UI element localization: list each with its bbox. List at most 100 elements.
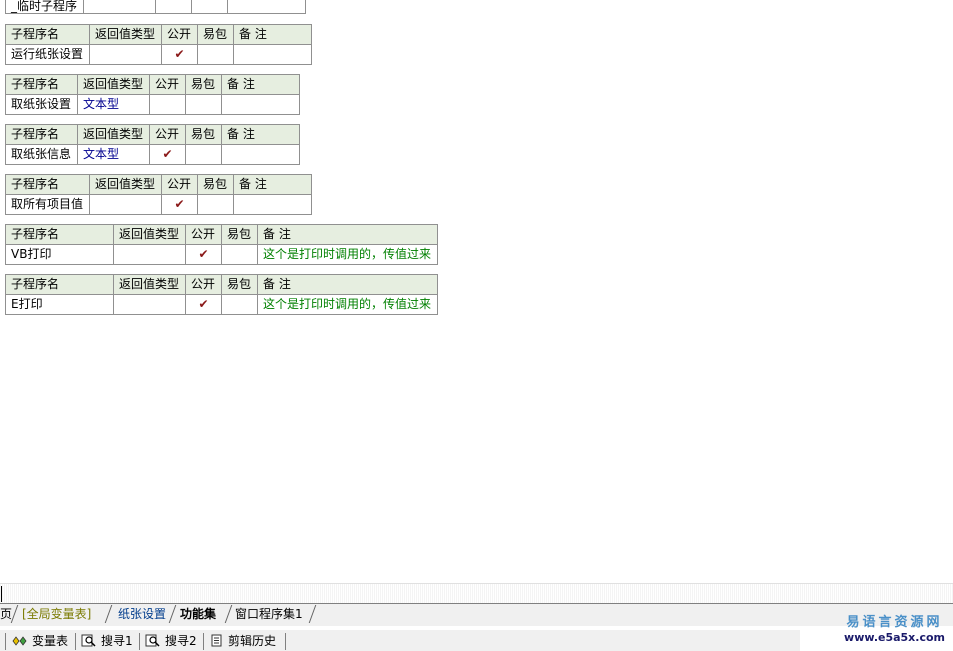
remark-cell[interactable] bbox=[221, 144, 300, 165]
header-public: 公开 bbox=[149, 124, 186, 145]
return-type-cell[interactable] bbox=[89, 44, 162, 65]
header-subprogram-name: 子程序名 bbox=[5, 24, 90, 45]
public-cell[interactable]: ✔ bbox=[161, 194, 198, 215]
edit-line-strip[interactable] bbox=[0, 583, 953, 604]
header-easy-package: 易包 bbox=[197, 24, 234, 45]
check-mark-icon: ✔ bbox=[162, 147, 173, 161]
tab-window-assembly[interactable]: 窗口程序集1 bbox=[235, 606, 303, 623]
bar-separator bbox=[285, 633, 286, 650]
bar-separator bbox=[75, 633, 76, 650]
header-public: 公开 bbox=[149, 74, 186, 95]
easy-package-cell[interactable] bbox=[185, 94, 222, 115]
subprogram-table: 子程序名 返回值类型 公开 易包备 注取纸张信息 文本型 ✔ bbox=[5, 124, 300, 165]
search2-button[interactable]: 搜寻2 bbox=[145, 633, 197, 650]
return-type-cell[interactable] bbox=[113, 294, 186, 315]
return-type-cell[interactable] bbox=[113, 244, 186, 265]
header-return-type: 返回值类型 bbox=[77, 74, 150, 95]
header-subprogram-name: 子程序名 bbox=[5, 174, 90, 195]
easy-package-cell[interactable] bbox=[221, 244, 258, 265]
remark-cell[interactable]: 这个是打印时调用的，传值过来 bbox=[257, 294, 438, 315]
tab-separator bbox=[168, 605, 177, 623]
header-return-type: 返回值类型 bbox=[89, 24, 162, 45]
header-easy-package: 易包 bbox=[221, 224, 258, 245]
return-type-cell[interactable] bbox=[89, 194, 162, 215]
check-mark-icon: ✔ bbox=[174, 197, 185, 211]
easy-package-cell[interactable] bbox=[221, 294, 258, 315]
empty-cell bbox=[191, 0, 228, 14]
header-remark: 备 注 bbox=[257, 224, 438, 245]
remark-cell[interactable]: 这个是打印时调用的，传值过来 bbox=[257, 244, 438, 265]
bar-separator bbox=[5, 633, 6, 650]
variables-icon bbox=[12, 636, 27, 646]
subprogram-name-cell[interactable]: 取所有项目值 bbox=[5, 194, 90, 215]
subprogram-row: 取纸张设置 文本型 bbox=[5, 94, 300, 115]
subprogram-row: E打印 ✔ 这个是打印时调用的，传值过来 bbox=[5, 294, 438, 315]
remark-cell[interactable] bbox=[233, 194, 312, 215]
header-remark: 备 注 bbox=[233, 174, 312, 195]
public-cell[interactable] bbox=[149, 94, 186, 115]
header-easy-package: 易包 bbox=[185, 124, 222, 145]
public-cell[interactable]: ✔ bbox=[185, 244, 222, 265]
search1-button[interactable]: 搜寻1 bbox=[81, 633, 133, 650]
truncated-subprogram-table: _临时子程序 bbox=[5, 0, 306, 14]
check-mark-icon: ✔ bbox=[198, 247, 209, 261]
header-return-type: 返回值类型 bbox=[89, 174, 162, 195]
subprogram-name-cell[interactable]: 运行纸张设置 bbox=[5, 44, 90, 65]
subprogram-name-cell[interactable]: 取纸张设置 bbox=[5, 94, 78, 115]
variables-label: 变量表 bbox=[32, 634, 69, 648]
logo-url-text: www.e5a5x.com bbox=[844, 631, 945, 644]
truncated-subprogram-name[interactable]: _临时子程序 bbox=[5, 0, 84, 14]
remark-cell[interactable] bbox=[233, 44, 312, 65]
header-subprogram-name: 子程序名 bbox=[5, 224, 114, 245]
header-subprogram-name: 子程序名 bbox=[5, 274, 114, 295]
subprogram-name-cell[interactable]: VB打印 bbox=[5, 244, 114, 265]
clip-history-label: 剪辑历史 bbox=[228, 634, 277, 648]
header-subprogram-name: 子程序名 bbox=[5, 74, 78, 95]
public-cell[interactable]: ✔ bbox=[185, 294, 222, 315]
subprogram-row: 取纸张信息 文本型 ✔ bbox=[5, 144, 300, 165]
check-mark-icon: ✔ bbox=[174, 47, 185, 61]
easy-package-cell[interactable] bbox=[197, 44, 234, 65]
header-return-type: 返回值类型 bbox=[77, 124, 150, 145]
subprogram-name-cell[interactable]: 取纸张信息 bbox=[5, 144, 78, 165]
subprogram-name-cell[interactable]: E打印 bbox=[5, 294, 114, 315]
public-cell[interactable]: ✔ bbox=[161, 44, 198, 65]
empty-cell bbox=[83, 0, 156, 14]
tab-global-vars[interactable]: [全局变量表] bbox=[22, 606, 91, 623]
variables-button[interactable]: 变量表 bbox=[12, 633, 68, 650]
header-remark: 备 注 bbox=[257, 274, 438, 295]
search2-label: 搜寻2 bbox=[165, 634, 197, 648]
code-editor-canvas[interactable]: _临时子程序 子程序名 返回值类型 公开 易包备 注运行纸张设置 ✔ 子程序名 返回值类型公… bbox=[0, 0, 953, 583]
easy-package-cell[interactable] bbox=[197, 194, 234, 215]
header-remark: 备 注 bbox=[221, 124, 300, 145]
text-caret bbox=[1, 586, 2, 602]
header-remark: 备 注 bbox=[233, 24, 312, 45]
return-type-cell[interactable]: 文本型 bbox=[77, 94, 150, 115]
subprogram-table: 子程序名 返回值类型 公开 易包备 注运行纸张设置 ✔ bbox=[5, 24, 312, 65]
header-subprogram-name: 子程序名 bbox=[5, 124, 78, 145]
check-mark-icon: ✔ bbox=[198, 297, 209, 311]
header-public: 公开 bbox=[185, 274, 222, 295]
bottom-panel-bar: 变量表 搜寻1 搜寻2 剪辑历史 bbox=[0, 630, 800, 651]
header-return-type: 返回值类型 bbox=[113, 274, 186, 295]
easy-package-cell[interactable] bbox=[185, 144, 222, 165]
tab-paper-settings[interactable]: 纸张设置 bbox=[118, 606, 166, 623]
remark-cell[interactable] bbox=[221, 94, 300, 115]
return-type-cell[interactable]: 文本型 bbox=[77, 144, 150, 165]
tab-separator bbox=[104, 605, 113, 623]
header-return-type: 返回值类型 bbox=[113, 224, 186, 245]
subprogram-row: 运行纸张设置 ✔ bbox=[5, 44, 312, 65]
header-public: 公开 bbox=[185, 224, 222, 245]
clip-history-button[interactable]: 剪辑历史 bbox=[210, 633, 276, 650]
tab-function-set[interactable]: 功能集 bbox=[180, 606, 216, 623]
document-icon bbox=[211, 634, 222, 647]
header-public: 公开 bbox=[161, 24, 198, 45]
public-cell[interactable]: ✔ bbox=[149, 144, 186, 165]
header-easy-package: 易包 bbox=[185, 74, 222, 95]
tab-home[interactable]: 页 bbox=[0, 606, 12, 623]
logo-cn-text: 易语言资源网 bbox=[846, 615, 943, 630]
tab-separator bbox=[224, 605, 233, 623]
site-logo: 易语言资源网 www.e5a5x.com bbox=[844, 611, 945, 644]
header-remark: 备 注 bbox=[221, 74, 300, 95]
subprogram-row: 取所有项目值 ✔ bbox=[5, 194, 312, 215]
